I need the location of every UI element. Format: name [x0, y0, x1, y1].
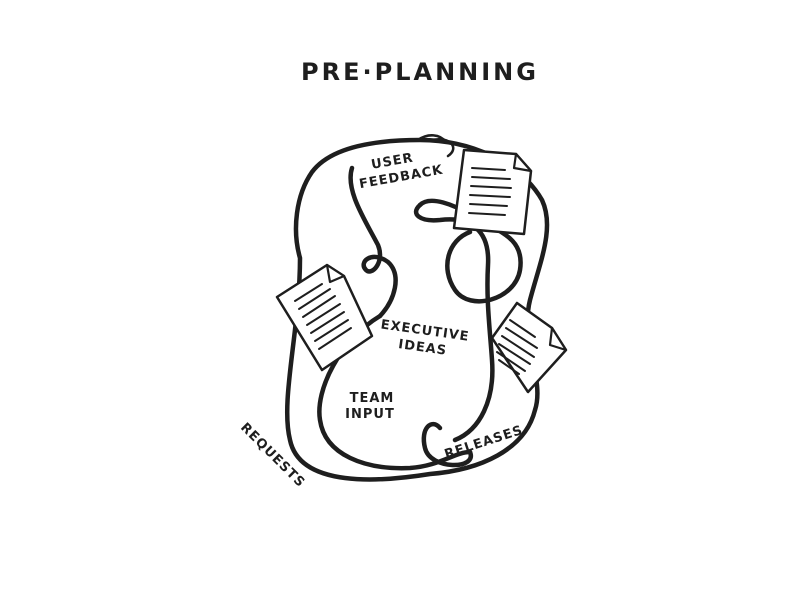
- team-input-line2: INPUT: [345, 407, 395, 422]
- document-top-right: [452, 148, 533, 236]
- document-right: [490, 301, 568, 394]
- label-team-input: TEAM INPUT: [345, 391, 395, 422]
- diagram-title: PRE·PLANNING: [301, 58, 539, 86]
- pre-planning-diagram: PRE·PLANNING USER FEEDBACK EXECUTIVE IDE…: [237, 58, 568, 491]
- diagram-canvas: PRE·PLANNING USER FEEDBACK EXECUTIVE IDE…: [0, 0, 800, 600]
- team-input-line1: TEAM: [350, 391, 395, 406]
- label-user-feedback: USER FEEDBACK: [358, 151, 444, 193]
- label-executive-ideas: EXECUTIVE IDEAS: [380, 317, 471, 358]
